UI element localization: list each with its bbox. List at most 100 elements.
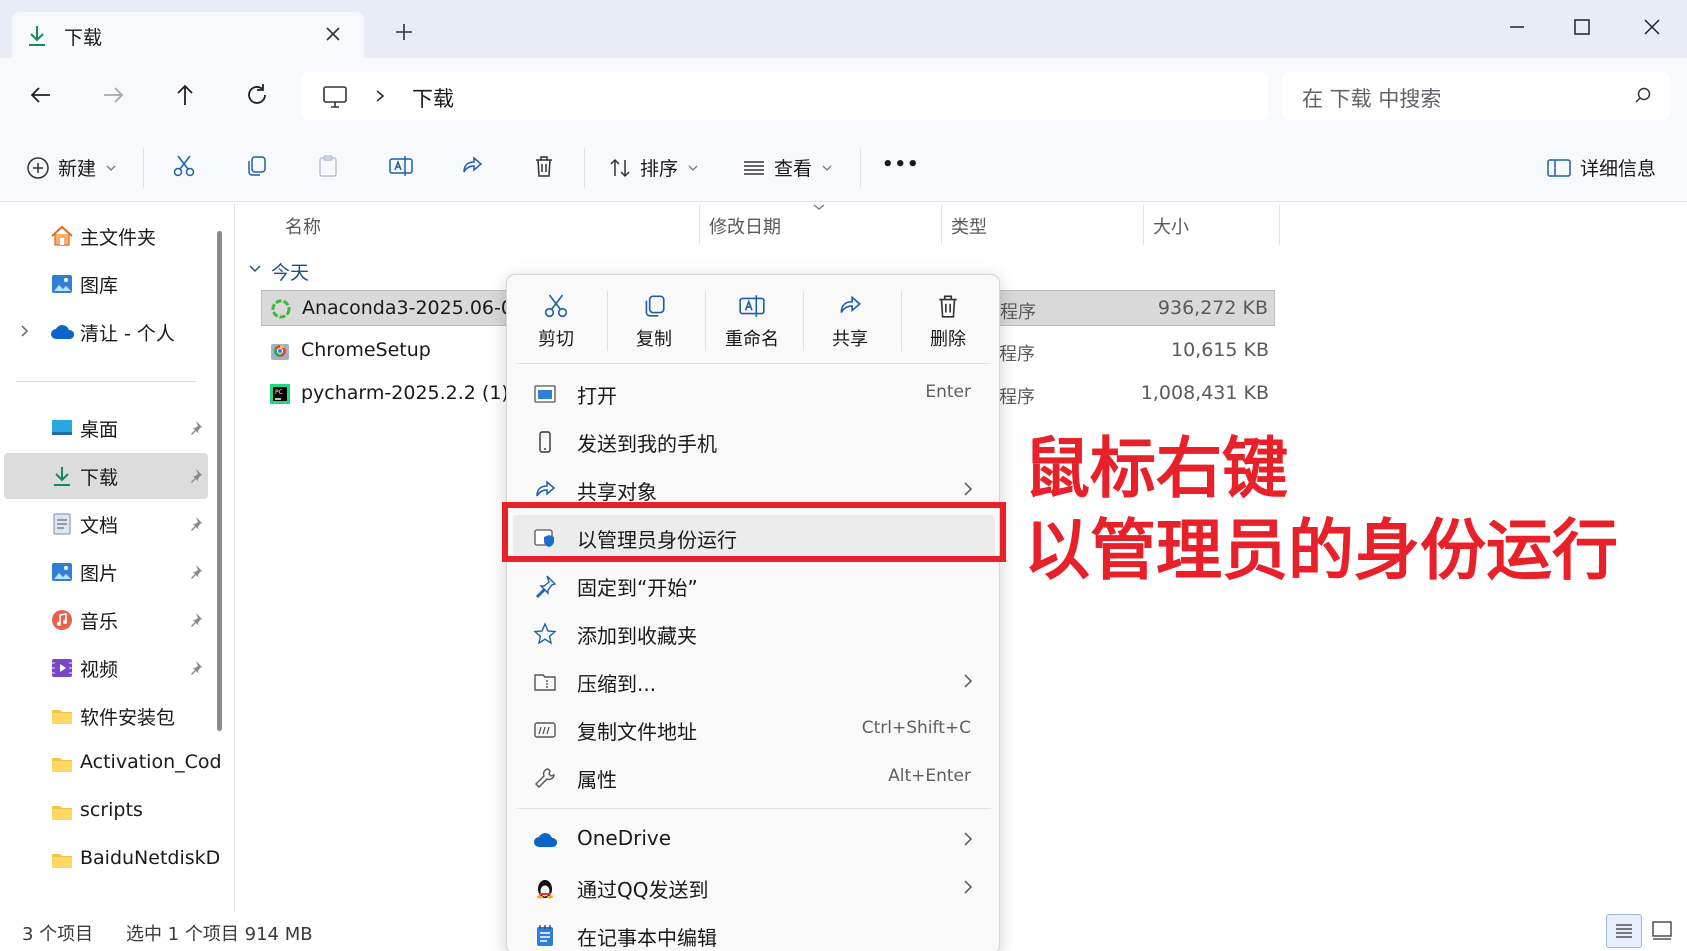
sidebar-item-pictures[interactable]: 图片 — [4, 549, 208, 595]
this-pc-icon[interactable] — [322, 85, 348, 109]
breadcrumb-downloads[interactable]: 下载 — [412, 83, 454, 113]
menu-item-edit-in-notepad[interactable]: 在记事本中编辑 — [513, 913, 995, 951]
pin-icon[interactable] — [187, 420, 203, 436]
action-label: 剪切 — [538, 329, 574, 350]
search-box[interactable]: 在 下载 中搜索 — [1282, 72, 1670, 120]
pin-icon[interactable] — [187, 612, 203, 628]
videos-icon — [50, 656, 74, 680]
pin-icon[interactable] — [187, 660, 203, 676]
view-button[interactable]: 查看 — [742, 154, 832, 181]
menu-item-compress-to[interactable]: 压缩到... — [513, 659, 995, 703]
sidebar-item-desktop[interactable]: 桌面 — [4, 405, 208, 451]
column-header-size[interactable]: 大小 — [1153, 213, 1189, 239]
sidebar-item-onedrive[interactable]: 清让 - 个人 — [4, 309, 208, 355]
sidebar-item-folder[interactable]: 软件安装包 — [4, 693, 208, 739]
refresh-icon[interactable] — [242, 80, 272, 110]
sidebar-item-label: 桌面 — [80, 419, 119, 441]
copy-icon[interactable] — [244, 154, 268, 178]
column-header-name[interactable]: 名称 — [285, 213, 321, 239]
file-name: Anaconda3-2025.06-0-V — [302, 297, 532, 319]
svg-text:PC: PC — [275, 389, 283, 396]
maximize-icon[interactable] — [1567, 12, 1597, 42]
tiles-view-button[interactable] — [1650, 918, 1674, 942]
qq-penguin-icon — [533, 876, 557, 900]
file-name: pycharm-2025.2.2 (1) — [301, 382, 509, 404]
menu-item-add-favorites[interactable]: 添加到收藏夹 — [513, 611, 995, 655]
details-view-button[interactable] — [1606, 914, 1642, 948]
sidebar-item-gallery[interactable]: 图库 — [4, 261, 208, 307]
new-button[interactable]: 新建 — [26, 154, 116, 181]
delete-icon[interactable] — [532, 154, 556, 178]
annotation-line-2: 以管理员的身份运行 — [1024, 512, 1618, 589]
sidebar-item-home[interactable]: 主文件夹 — [4, 213, 208, 259]
menu-item-open[interactable]: 打开 Enter — [513, 371, 995, 415]
share-icon[interactable] — [460, 154, 484, 178]
rename-action-button[interactable]: 重命名 — [707, 293, 797, 351]
search-input[interactable]: 在 下载 中搜索 — [1302, 83, 1441, 113]
notepad-icon — [533, 924, 557, 948]
column-divider[interactable] — [699, 205, 700, 245]
pin-icon[interactable] — [187, 516, 203, 532]
chevron-right-icon[interactable] — [374, 89, 386, 103]
menu-item-pin-to-start[interactable]: 固定到“开始” — [513, 563, 995, 607]
menu-item-copy-path[interactable]: 复制文件地址 Ctrl+Shift+C — [513, 707, 995, 751]
menu-divider — [517, 363, 991, 364]
address-bar[interactable]: 下载 — [302, 72, 1268, 120]
toolbar-divider — [860, 148, 861, 188]
column-divider[interactable] — [1143, 205, 1144, 245]
chevron-right-icon — [963, 481, 973, 497]
file-name: ChromeSetup — [301, 339, 431, 361]
sort-button[interactable]: 排序 — [608, 154, 698, 181]
action-label: 重命名 — [725, 329, 779, 350]
file-size: 1,008,431 KB — [1140, 382, 1269, 404]
up-icon[interactable] — [170, 80, 200, 110]
sidebar-item-music[interactable]: 音乐 — [4, 597, 208, 643]
details-pane-button[interactable]: 详细信息 — [1546, 154, 1656, 181]
context-menu: 剪切 复制 重命名 共享 删除 打开 Enter 发送到我的手机 共享对象 以管… — [506, 274, 1000, 951]
more-options-button[interactable]: ••• — [882, 154, 920, 175]
sidebar-item-videos[interactable]: 视频 — [4, 645, 208, 691]
sidebar-item-folder[interactable]: Activation_Cod — [4, 741, 222, 787]
file-type: 程序 — [999, 387, 1035, 408]
menu-item-onedrive[interactable]: OneDrive — [513, 817, 995, 861]
tab-downloads[interactable]: 下载 — [12, 12, 364, 58]
menu-item-send-via-qq[interactable]: 通过QQ发送到 — [513, 865, 995, 909]
sidebar-item-documents[interactable]: 文档 — [4, 501, 208, 547]
search-icon[interactable] — [1634, 87, 1652, 105]
paste-icon[interactable] — [316, 154, 340, 178]
share-action-button[interactable]: 共享 — [805, 293, 895, 351]
navigation-pane: 主文件夹 图库 清让 - 个人 桌面 下载 文档 图片 音乐 视频 软件安装包 … — [0, 203, 230, 911]
pin-icon[interactable] — [187, 468, 203, 484]
forward-icon[interactable] — [98, 80, 128, 110]
close-window-icon[interactable] — [1637, 12, 1667, 42]
column-divider[interactable] — [1279, 205, 1280, 245]
rename-icon[interactable] — [388, 154, 414, 178]
sort-icon — [608, 156, 632, 180]
cut-icon[interactable] — [172, 154, 196, 178]
menu-item-send-to-phone[interactable]: 发送到我的手机 — [513, 419, 995, 463]
tab-close-icon[interactable] — [324, 25, 342, 43]
wrench-icon — [533, 766, 557, 790]
sidebar-item-downloads[interactable]: 下载 — [4, 453, 208, 499]
phone-icon — [533, 430, 557, 454]
sidebar-item-folder[interactable]: BaiduNetdiskD — [4, 837, 220, 883]
sidebar-item-folder[interactable]: scripts — [4, 789, 208, 835]
cut-action-button[interactable]: 剪切 — [511, 293, 601, 351]
column-header-date[interactable]: 修改日期 — [709, 213, 781, 239]
copy-action-button[interactable]: 复制 — [609, 293, 699, 351]
menu-item-properties[interactable]: 属性 Alt+Enter — [513, 755, 995, 799]
pin-icon[interactable] — [187, 564, 203, 580]
delete-action-button[interactable]: 删除 — [903, 293, 993, 351]
toolbar-divider — [584, 148, 585, 188]
new-tab-icon[interactable] — [394, 22, 414, 42]
back-icon[interactable] — [26, 80, 56, 110]
menu-item-label: 通过QQ发送到 — [577, 878, 709, 902]
column-divider[interactable] — [941, 205, 942, 245]
delete-icon — [903, 293, 993, 319]
sidebar-scrollbar[interactable] — [217, 231, 222, 731]
chevron-down-icon[interactable] — [249, 265, 261, 273]
menu-item-shortcut: Enter — [925, 382, 971, 402]
minimize-icon[interactable] — [1502, 12, 1532, 42]
group-header-today[interactable]: 今天 — [271, 258, 309, 285]
column-header-type[interactable]: 类型 — [951, 213, 987, 239]
